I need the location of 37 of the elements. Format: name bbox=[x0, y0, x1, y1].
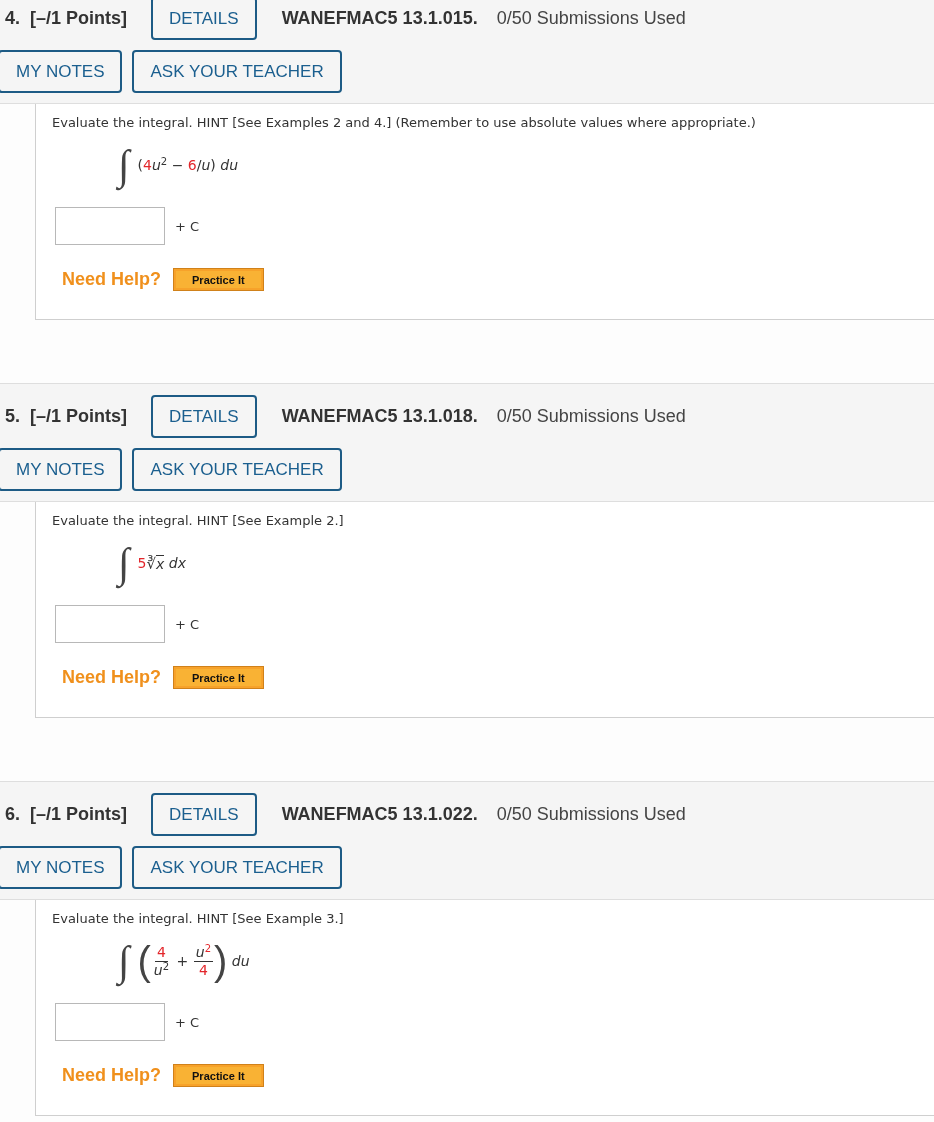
constant-label: + C bbox=[175, 218, 200, 234]
notes-button[interactable]: MY NOTES bbox=[0, 448, 123, 491]
answer-box[interactable] bbox=[55, 1003, 165, 1041]
answer-box[interactable] bbox=[55, 605, 165, 643]
question-prompt: Evaluate the integral. HINT [See Example 3.] bbox=[52, 910, 345, 928]
points-label: [–/1 Points] bbox=[30, 8, 128, 29]
notes-button[interactable]: MY NOTES bbox=[0, 846, 123, 889]
integral-formula: ∫ (4u$^{2}$ − 6/u) du bbox=[114, 137, 239, 193]
practice-button[interactable]: Practice It bbox=[173, 666, 264, 689]
points-label: [–/1 Points] bbox=[30, 804, 128, 825]
ask-teacher-button[interactable]: ASK YOUR TEACHER bbox=[132, 448, 342, 491]
ask-teacher-button[interactable]: ASK YOUR TEACHER bbox=[132, 50, 342, 93]
question-code: WANEFMAC5 13.1.018. bbox=[281, 406, 478, 427]
points-label: [–/1 Points] bbox=[30, 406, 128, 427]
details-button[interactable]: DETAILS bbox=[151, 793, 257, 836]
need-help-label: Need Help? bbox=[62, 269, 162, 290]
details-button[interactable]: DETAILS bbox=[151, 0, 257, 40]
constant-label: + C bbox=[175, 616, 200, 632]
answer-box[interactable] bbox=[55, 207, 165, 245]
details-button[interactable]: DETAILS bbox=[151, 395, 257, 438]
ask-teacher-button[interactable]: ASK YOUR TEACHER bbox=[132, 846, 342, 889]
submissions-count: 0/50 Submissions Used bbox=[496, 8, 686, 29]
practice-button[interactable]: Practice It bbox=[173, 1064, 264, 1087]
submissions-count: 0/50 Submissions Used bbox=[496, 406, 686, 427]
constant-label: + C bbox=[175, 1014, 200, 1030]
question-number: 4. bbox=[5, 8, 20, 29]
question-prompt: Evaluate the integral. HINT [See Example 2.] bbox=[52, 512, 345, 530]
submissions-count: 0/50 Submissions Used bbox=[496, 804, 686, 825]
need-help-label: Need Help? bbox=[62, 667, 162, 688]
question-number: 6. bbox=[5, 804, 20, 825]
question-prompt: Evaluate the integral. HINT [See Examples 2 and 4.] (Remember to use absolute values where appropriate.) bbox=[52, 114, 757, 132]
question-number: 5. bbox=[5, 406, 20, 427]
question-code: WANEFMAC5 13.1.022. bbox=[281, 804, 478, 825]
notes-button[interactable]: MY NOTES bbox=[0, 50, 123, 93]
practice-button[interactable]: Practice It bbox=[173, 268, 264, 291]
question-code: WANEFMAC5 13.1.015. bbox=[281, 8, 478, 29]
need-help-label: Need Help? bbox=[62, 1065, 162, 1086]
